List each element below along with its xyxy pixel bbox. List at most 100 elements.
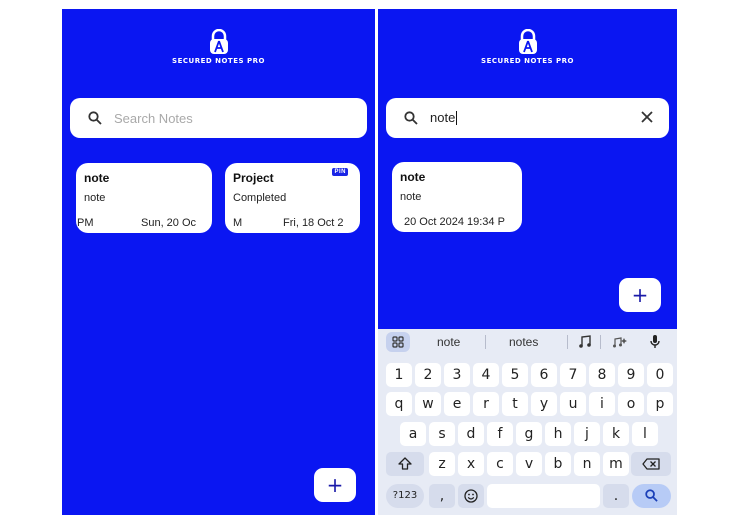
note-card[interactable]: note note 20 Oct 2024 19:34 P <box>392 162 522 232</box>
add-note-button[interactable]: + <box>314 468 356 502</box>
period-key[interactable]: . <box>603 484 629 508</box>
note-datetime: 20 Oct 2024 19:34 P <box>404 216 505 228</box>
key[interactable]: 5 <box>502 363 528 387</box>
search-bar[interactable]: note <box>386 98 669 138</box>
keyboard-row-home: a s d f g h j k l <box>378 422 677 446</box>
key[interactable]: x <box>458 452 484 476</box>
key[interactable]: n <box>574 452 600 476</box>
key[interactable]: o <box>618 392 644 416</box>
app-logo: SECURED NOTES PRO <box>378 29 677 65</box>
app-logo: SECURED NOTES PRO <box>62 29 375 65</box>
key[interactable]: c <box>487 452 513 476</box>
key[interactable]: 7 <box>560 363 586 387</box>
key[interactable]: r <box>473 392 499 416</box>
grid-icon[interactable] <box>386 332 410 352</box>
search-query: note <box>430 110 456 125</box>
app-name: SECURED NOTES PRO <box>172 57 265 65</box>
key[interactable]: u <box>560 392 586 416</box>
note-date: Fri, 18 Oct 2 <box>283 217 344 229</box>
key[interactable]: j <box>574 422 600 446</box>
key[interactable]: i <box>589 392 615 416</box>
shift-icon <box>398 457 412 470</box>
key[interactable]: h <box>545 422 571 446</box>
music-note-icon[interactable] <box>578 335 592 349</box>
key[interactable]: 8 <box>589 363 615 387</box>
suggestion-divider <box>567 335 568 349</box>
shift-key[interactable] <box>386 452 424 476</box>
key[interactable]: w <box>415 392 441 416</box>
keyboard-row-bottom: z x c v b n m <box>378 452 677 476</box>
note-body: Completed <box>233 192 287 204</box>
search-results-screen: SECURED NOTES PRO note note note 20 Oct … <box>378 9 677 515</box>
suggestion-divider <box>485 335 486 349</box>
space-key[interactable] <box>487 484 600 508</box>
note-card[interactable]: note note PM Sun, 20 Oc <box>76 163 212 233</box>
pin-badge: PIN <box>332 168 348 176</box>
key[interactable]: f <box>487 422 513 446</box>
note-time: M <box>233 217 243 229</box>
audio-style-icon[interactable] <box>612 335 628 349</box>
keyboard-row-top: q w e r t y u i o p <box>378 392 677 416</box>
key[interactable]: 0 <box>647 363 673 387</box>
emoji-key[interactable] <box>458 484 484 508</box>
note-footer: 20 Oct 2024 19:34 P <box>392 216 522 230</box>
key[interactable]: 3 <box>444 363 470 387</box>
comma-key[interactable]: , <box>429 484 455 508</box>
note-title: note <box>84 171 110 185</box>
close-icon[interactable] <box>641 111 653 123</box>
key[interactable]: v <box>516 452 542 476</box>
key[interactable]: t <box>502 392 528 416</box>
backspace-icon <box>642 458 660 470</box>
key[interactable]: 4 <box>473 363 499 387</box>
lock-logo-icon <box>518 29 537 54</box>
search-icon <box>88 111 102 125</box>
note-body: note <box>400 191 422 203</box>
key[interactable]: k <box>603 422 629 446</box>
note-title: Project <box>233 171 274 185</box>
suggestion-divider <box>600 335 601 349</box>
key[interactable]: e <box>444 392 470 416</box>
search-placeholder[interactable]: Search Notes <box>114 111 193 126</box>
key[interactable]: b <box>545 452 571 476</box>
suggestion-item[interactable]: note <box>437 335 460 349</box>
key[interactable]: g <box>516 422 542 446</box>
search-input[interactable]: note <box>430 109 458 127</box>
key[interactable]: d <box>458 422 484 446</box>
key[interactable]: 2 <box>415 363 441 387</box>
key[interactable]: m <box>603 452 629 476</box>
key[interactable]: z <box>429 452 455 476</box>
app-name: SECURED NOTES PRO <box>481 57 574 65</box>
note-footer: PM Sun, 20 Oc <box>76 217 212 231</box>
microphone-icon[interactable] <box>649 334 661 350</box>
note-date: Sun, 20 Oc <box>141 217 197 229</box>
emoji-icon <box>464 489 478 503</box>
suggestion-bar: note notes <box>378 329 677 356</box>
backspace-key[interactable] <box>631 452 671 476</box>
key[interactable]: s <box>429 422 455 446</box>
search-icon <box>404 111 418 125</box>
note-title: note <box>400 170 426 184</box>
key[interactable]: 9 <box>618 363 644 387</box>
note-body: note <box>84 192 106 204</box>
key[interactable]: 6 <box>531 363 557 387</box>
text-caret <box>456 110 458 125</box>
search-icon <box>645 489 658 502</box>
keyboard-row-actions: ?123 , . <box>378 484 677 508</box>
lock-logo-icon <box>209 29 228 54</box>
symbols-key[interactable]: ?123 <box>386 484 424 508</box>
add-note-button[interactable]: + <box>619 278 661 312</box>
key[interactable]: y <box>531 392 557 416</box>
notes-list-screen: SECURED NOTES PRO Search Notes note note… <box>62 9 375 515</box>
keyboard-row-numbers: 1 2 3 4 5 6 7 8 9 0 <box>378 363 677 387</box>
key[interactable]: p <box>647 392 673 416</box>
key[interactable]: a <box>400 422 426 446</box>
key[interactable]: 1 <box>386 363 412 387</box>
note-footer: M Fri, 18 Oct 2 <box>225 217 360 231</box>
suggestion-item[interactable]: notes <box>509 335 538 349</box>
search-enter-key[interactable] <box>632 484 671 508</box>
note-card[interactable]: Project PIN Completed M Fri, 18 Oct 2 <box>225 163 360 233</box>
search-bar[interactable]: Search Notes <box>70 98 367 138</box>
key[interactable]: l <box>632 422 658 446</box>
note-time: PM <box>77 217 94 229</box>
key[interactable]: q <box>386 392 412 416</box>
